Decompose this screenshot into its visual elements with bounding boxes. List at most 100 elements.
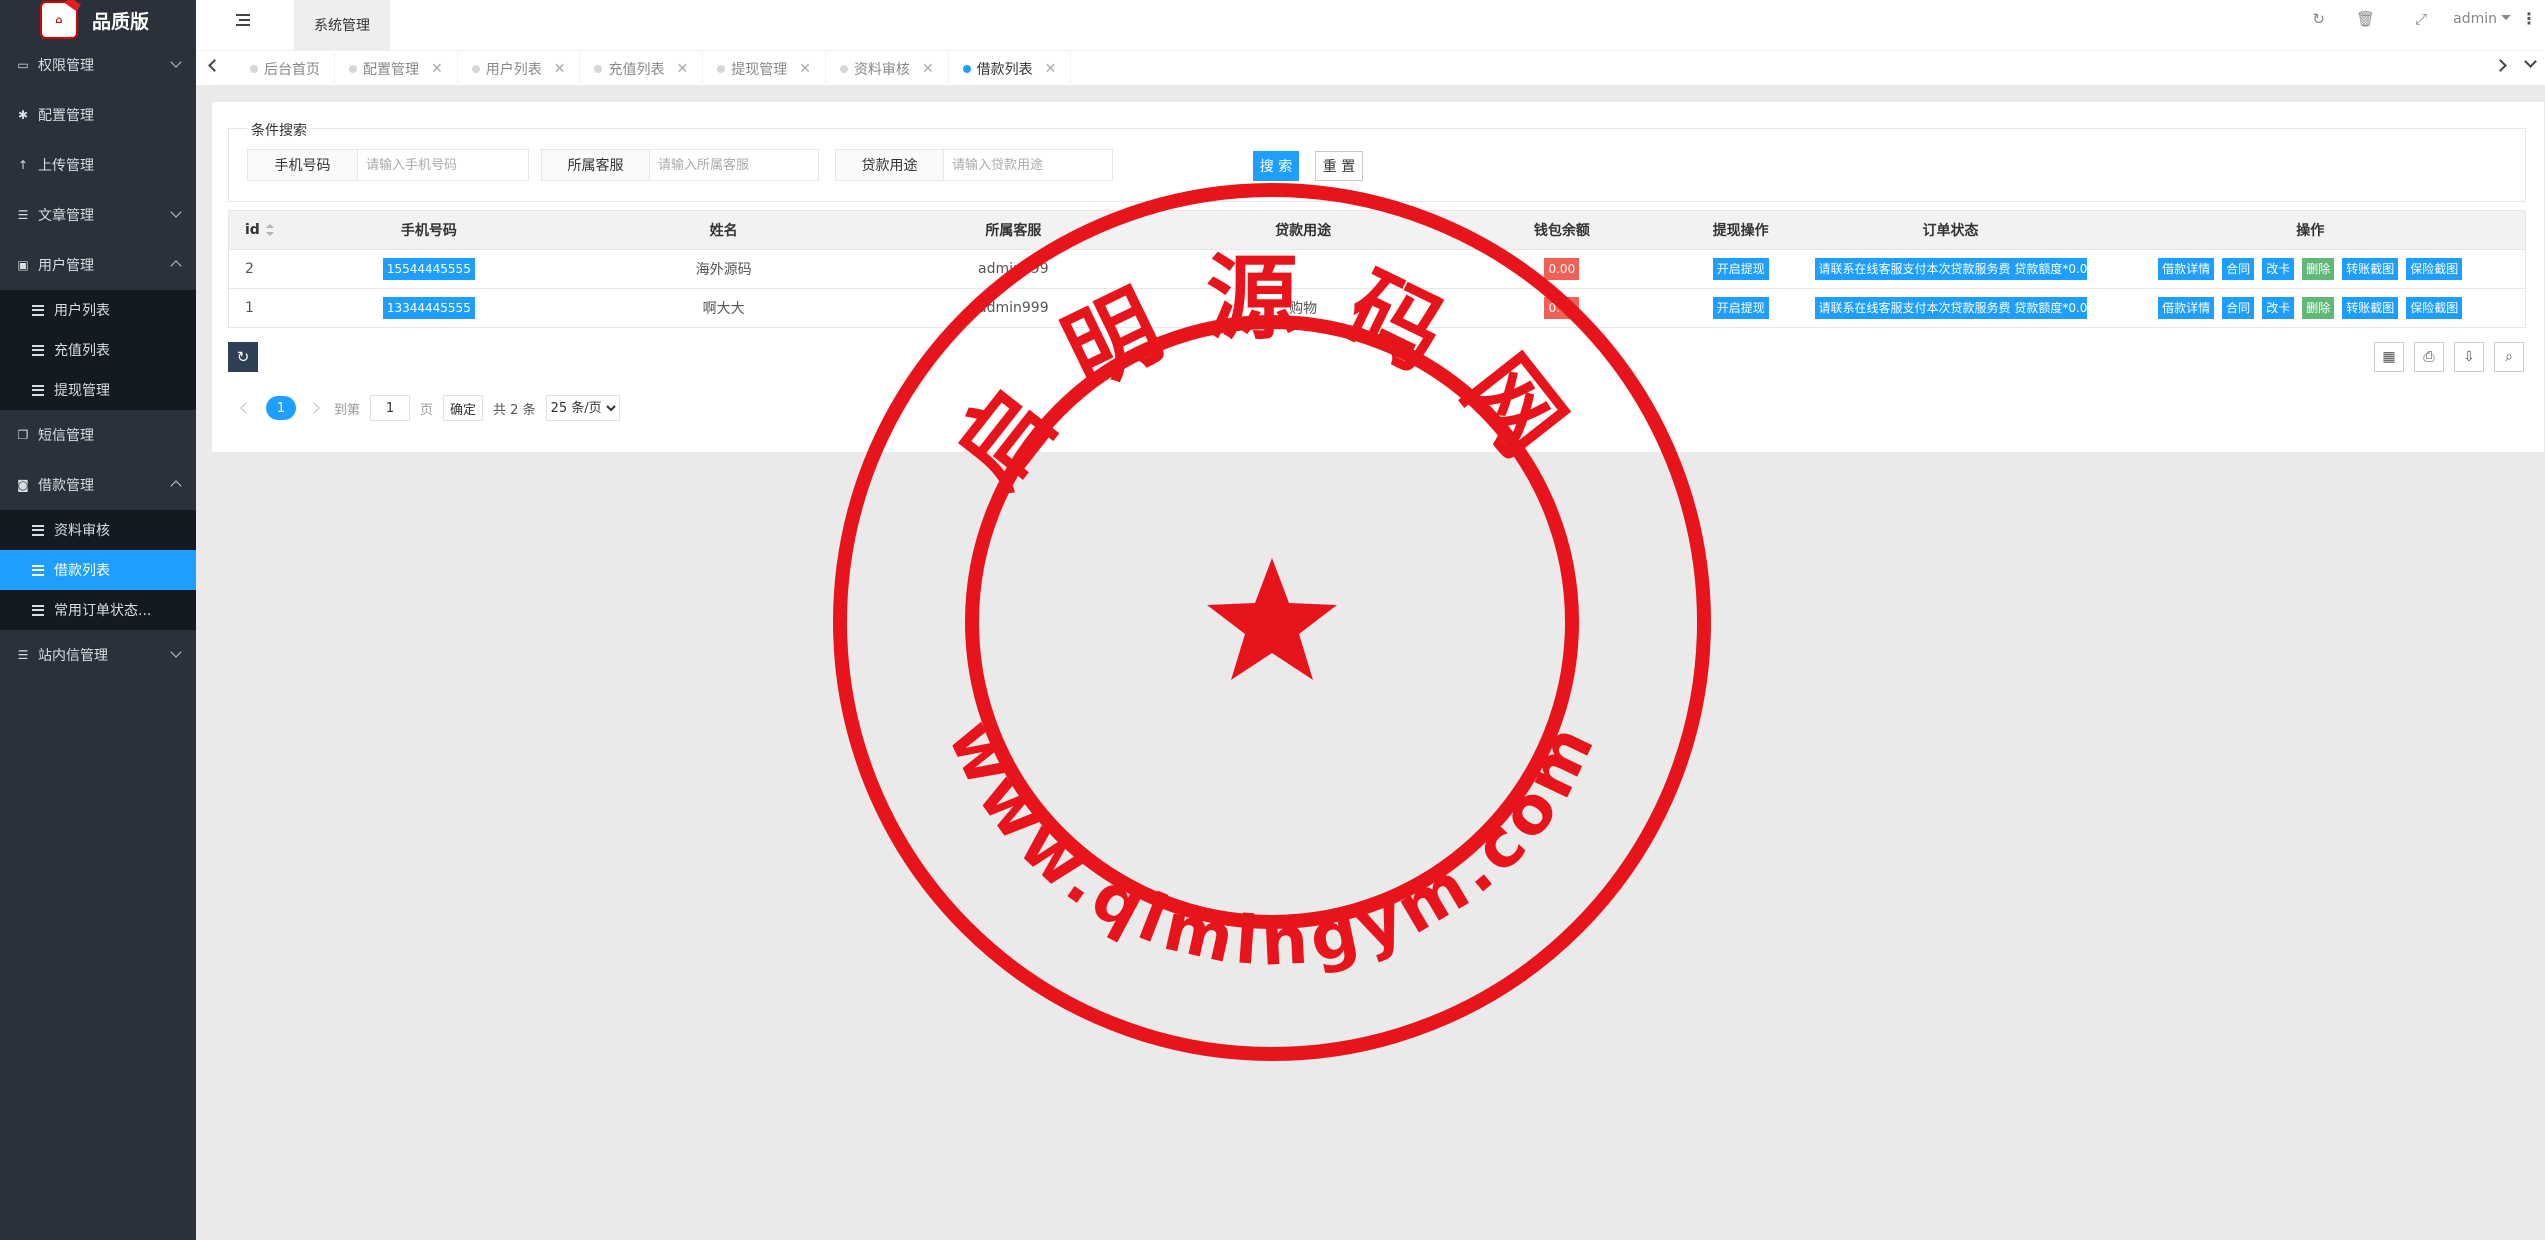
sidebar-group-label: 权限管理 [38,58,94,74]
sidebar-group-loans[interactable]: ◙ 借款管理 [0,460,196,510]
cs-input[interactable] [650,150,818,180]
close-icon[interactable]: ✕ [922,61,934,77]
reset-button[interactable]: 重 置 [1315,151,1363,181]
tab-label: 借款列表 [976,62,1033,78]
contract-button[interactable]: 合同 [2222,258,2255,280]
menu-toggle-icon[interactable] [236,14,250,26]
search-icon[interactable]: ⌕ [2494,342,2524,372]
chevron-up-icon [170,260,182,272]
column-header[interactable]: id [229,211,279,249]
pagination: 1 到第 页 确定 共 2 条 25 条/页 [234,394,620,422]
tab-dot [471,65,480,73]
goto-label: 到第 [334,402,361,418]
tab-label: 充值列表 [608,62,665,78]
cs-label: 所属客服 [542,150,650,180]
phone-badge: 13344445555 [382,297,475,319]
list-icon [32,564,44,576]
change-card-button[interactable]: 改卡 [2262,297,2295,319]
cell-use [1158,250,1448,288]
caret-down-icon [2501,15,2511,25]
close-icon[interactable]: ✕ [554,61,566,77]
refresh-icon[interactable]: ↻ [2312,10,2325,28]
table-refresh-button[interactable]: ↻ [228,342,258,372]
loan-detail-button[interactable]: 借款详情 [2158,297,2215,319]
tab-review[interactable]: 资料审核 ✕ [826,51,949,87]
cell-name: 啊大大 [702,301,745,317]
cell-status: 请联系在线客服支付本次贷款服务费 贷款额度*0.05 [1806,289,2096,327]
system-management-tab[interactable]: 系统管理 [294,0,390,50]
sidebar-group-users[interactable]: ▣ 用户管理 [0,240,196,290]
tab-home[interactable]: 后台首页 [236,51,335,87]
tab-list: 后台首页 配置管理 ✕ 用户列表 ✕ 充值列表 ✕ 提现管理 ✕ 资料审核 ✕ 借款列表 ✕ [236,51,1072,87]
status-badge[interactable]: 请联系在线客服支付本次贷款服务费 贷款额度*0.05 [1814,258,2087,280]
enable-withdraw-button[interactable]: 开启提现 [1712,258,1769,280]
close-icon[interactable]: ✕ [431,61,443,77]
sidebar-group-messages[interactable]: ☰ 站内信管理 [0,630,196,680]
sidebar-item-user-list[interactable]: 用户列表 [0,290,196,330]
enable-withdraw-button[interactable]: 开启提现 [1712,297,1769,319]
use-input[interactable] [944,150,1112,180]
current-page[interactable]: 1 [266,396,296,420]
sidebar-group-sms[interactable]: ❐ 短信管理 [0,410,196,460]
sidebar-group-articles[interactable]: ☰ 文章管理 [0,190,196,240]
close-icon[interactable]: ✕ [676,61,688,77]
transfer-screenshot-button[interactable]: 转账截图 [2342,258,2399,280]
sidebar-item-loan-list[interactable]: 借款列表 [0,550,196,590]
columns-filter-icon[interactable]: ▦ [2374,342,2404,372]
user-menu[interactable]: admin [2453,11,2511,27]
sidebar-item-label: 常用订单状态... [54,603,152,619]
stamp-bottom-text: www.qimingym.com [933,709,1612,981]
status-badge[interactable]: 请联系在线客服支付本次贷款服务费 贷款额度*0.05 [1814,297,2087,319]
logo[interactable]: ⌂ 品质版 [0,0,196,40]
delete-button[interactable]: 删除 [2302,258,2335,280]
cell-withdraw: 开启提现 [1676,289,1806,327]
prev-page-icon[interactable] [240,402,252,414]
loan-detail-button[interactable]: 借款详情 [2158,258,2215,280]
contract-button[interactable]: 合同 [2222,297,2255,319]
close-icon[interactable]: ✕ [799,61,811,77]
column-header: 钱包余额 [1533,223,1590,239]
next-page-icon[interactable] [308,402,320,414]
insurance-screenshot-button[interactable]: 保险截图 [2406,258,2463,280]
use-search-field: 贷款用途 [835,149,1113,181]
insurance-screenshot-button[interactable]: 保险截图 [2406,297,2463,319]
change-card-button[interactable]: 改卡 [2262,258,2295,280]
sidebar-item-order-status[interactable]: 常用订单状态... [0,590,196,630]
cell-wallet: 0.00 [1448,250,1676,288]
page-size-select[interactable]: 25 条/页 [545,395,620,421]
sort-icon[interactable] [265,224,274,236]
goto-confirm-button[interactable]: 确定 [443,395,484,421]
tab-config[interactable]: 配置管理 ✕ [335,51,458,87]
phone-label: 手机号码 [248,150,358,180]
transfer-screenshot-button[interactable]: 转账截图 [2342,297,2399,319]
tab-scroll-left-icon[interactable] [208,59,221,72]
export-icon[interactable]: ⇩ [2454,342,2484,372]
fullscreen-icon[interactable]: ⤢ [2415,10,2427,28]
sidebar-group-permissions[interactable]: ▭ 权限管理 [0,40,196,90]
close-icon[interactable]: ✕ [1045,61,1057,77]
print-icon[interactable]: ⎙ [2414,342,2444,372]
more-vertical-icon[interactable]: ⋮ [2521,9,2537,28]
sidebar-item-withdraw[interactable]: 提现管理 [0,370,196,410]
tab-loan-list[interactable]: 借款列表 ✕ [949,51,1072,87]
search-button[interactable]: 搜 索 [1253,151,1299,181]
table-row: 1 13344445555 啊大大 admin999 购物 0.00 开启提现 … [229,289,2525,328]
phone-input[interactable] [358,150,528,180]
tab-menu-chevron-icon[interactable] [2524,55,2537,68]
tab-scroll-right-icon[interactable] [2494,59,2507,72]
delete-button[interactable]: 删除 [2302,297,2335,319]
trash-icon[interactable]: 🗑 [2356,10,2375,28]
phone-badge: 15544445555 [382,258,475,280]
money-icon: ◙ [17,478,29,492]
tab-recharge-list[interactable]: 充值列表 ✕ [580,51,704,87]
tab-withdraw[interactable]: 提现管理 ✕ [703,51,826,87]
list-icon [32,304,44,316]
sidebar-item-review[interactable]: 资料审核 [0,510,196,550]
cell-id: 1 [245,300,254,316]
tab-label: 资料审核 [853,62,910,78]
goto-page-input[interactable] [370,395,411,421]
tab-user-list[interactable]: 用户列表 ✕ [458,51,581,87]
sidebar-item-recharge-list[interactable]: 充值列表 [0,330,196,370]
sidebar-group-upload[interactable]: ↑ 上传管理 [0,140,196,190]
sidebar-group-config[interactable]: ✱ 配置管理 [0,90,196,140]
